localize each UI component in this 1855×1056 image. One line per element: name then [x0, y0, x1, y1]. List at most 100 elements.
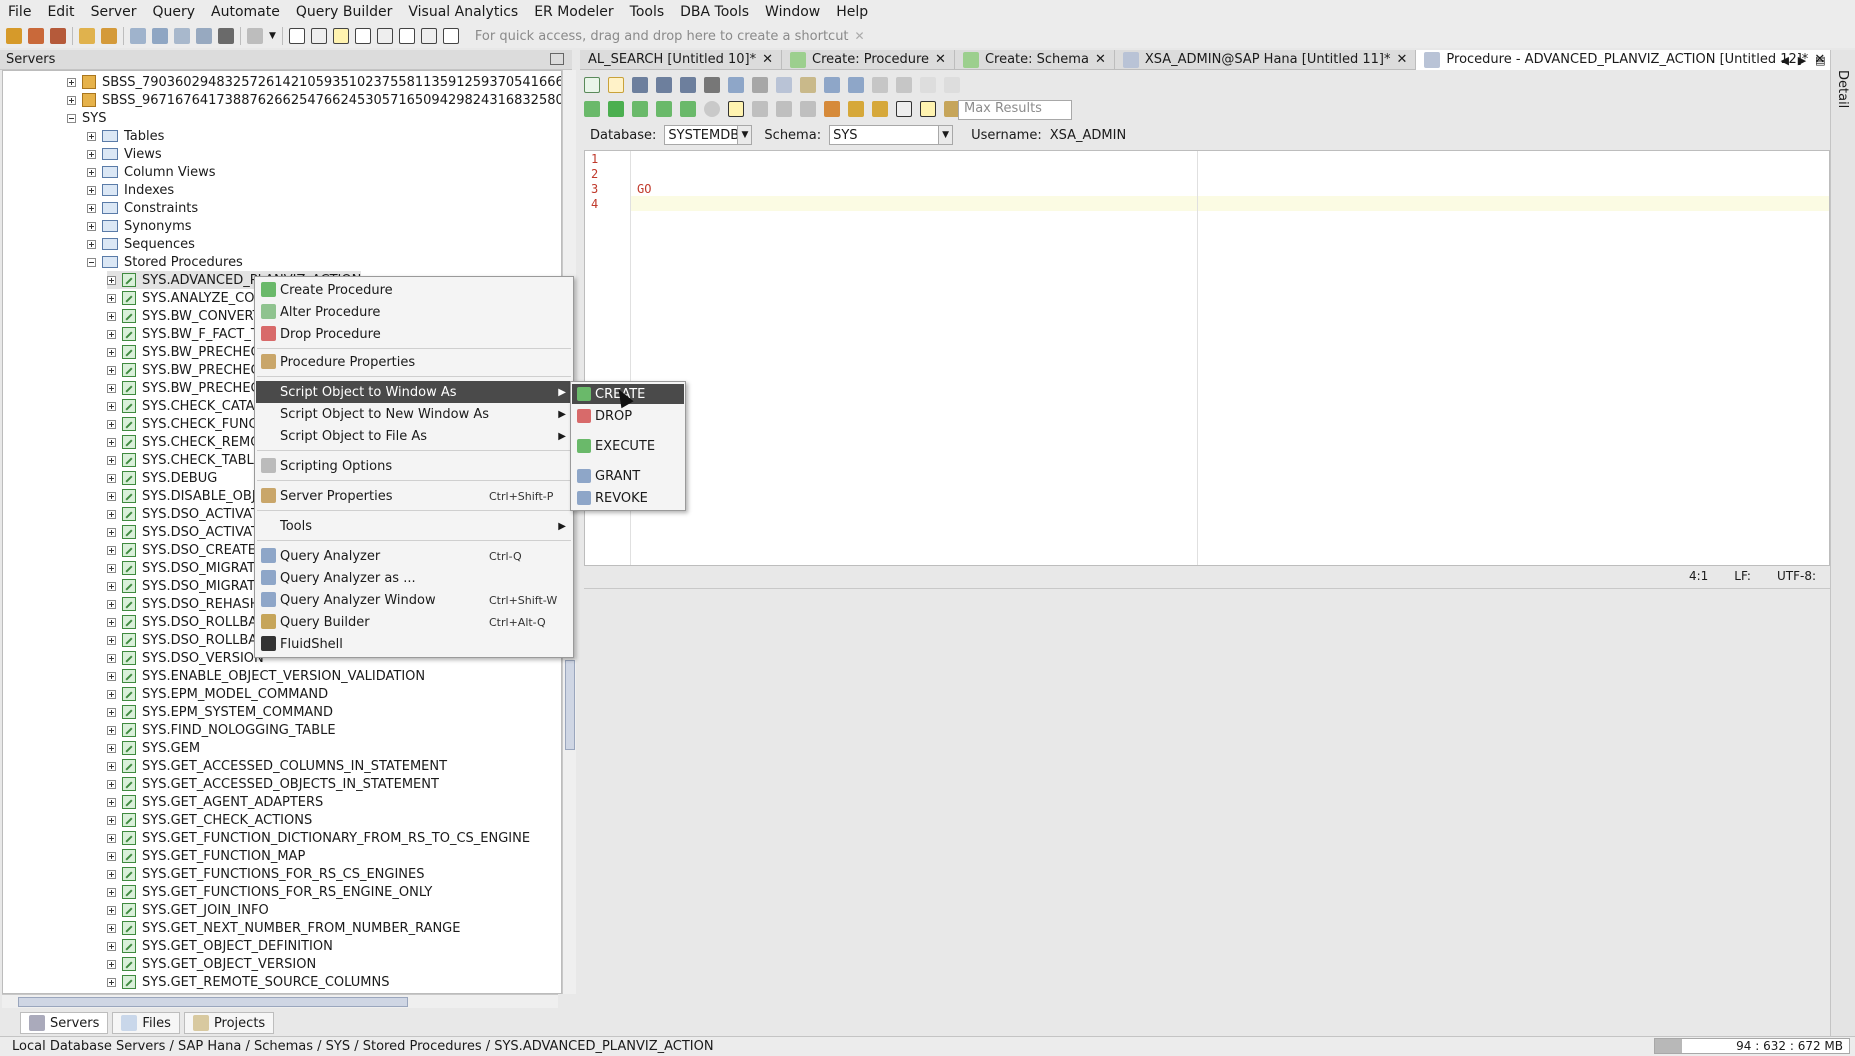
tree-procedure[interactable]: SYS.GET_ACCESSED_COLUMNS_IN_STATEMENT — [107, 757, 447, 775]
collapse-icon[interactable] — [67, 113, 76, 123]
save-all-icon[interactable] — [680, 77, 696, 93]
scrollbar-thumb[interactable] — [565, 660, 575, 750]
menu-item-procedure-properties[interactable]: Procedure Properties — [256, 351, 572, 373]
expand-icon[interactable] — [107, 329, 116, 339]
tree-procedure[interactable]: SYS.BW_CONVERT — [107, 307, 261, 325]
cut-icon[interactable] — [752, 77, 768, 93]
tree-folder-column-views[interactable]: Column Views — [87, 163, 216, 181]
tree-procedure[interactable]: SYS.CHECK_FUNCT — [107, 415, 265, 433]
expand-icon[interactable] — [107, 833, 116, 843]
menu-er-modeler[interactable]: ER Modeler — [526, 0, 621, 24]
auto-commit-icon[interactable] — [728, 101, 744, 117]
submenu-item-revoke[interactable]: REVOKE — [572, 488, 684, 508]
expand-icon[interactable] — [87, 239, 96, 249]
history-icon[interactable] — [848, 101, 864, 117]
detail-side-panel[interactable]: Detail — [1830, 50, 1855, 1040]
expand-icon[interactable] — [107, 617, 116, 627]
tree-procedure[interactable]: SYS.BW_F_FACT_T — [107, 325, 259, 343]
menu-item-server-properties[interactable]: Server Properties Ctrl+Shift-P — [256, 485, 572, 507]
explain-icon[interactable] — [824, 101, 840, 117]
lowercase-icon[interactable] — [920, 77, 936, 93]
editor-tab[interactable]: AL_SEARCH [Untitled 10]* ✕ — [580, 49, 783, 70]
expand-icon[interactable] — [107, 977, 116, 987]
menu-edit[interactable]: Edit — [39, 0, 82, 24]
expand-icon[interactable] — [107, 887, 116, 897]
tree-procedure[interactable]: SYS.FIND_NOLOGGING_TABLE — [107, 721, 336, 739]
layout-split-icon[interactable] — [920, 101, 936, 117]
tab-projects[interactable]: Projects — [183, 1012, 275, 1034]
tree-procedure[interactable]: SYS.DEBUG — [107, 469, 217, 487]
tree-procedure[interactable]: SYS.DSO_ROLLBAC — [107, 631, 266, 649]
expand-icon[interactable] — [107, 419, 116, 429]
expand-icon[interactable] — [107, 941, 116, 951]
expand-icon[interactable] — [107, 635, 116, 645]
expand-icon[interactable] — [107, 347, 116, 357]
tree-procedure[interactable]: SYS.GET_AGENT_ADAPTERS — [107, 793, 323, 811]
expand-icon[interactable] — [107, 905, 116, 915]
menu-item-query-builder[interactable]: Query Builder Ctrl+Alt-Q — [256, 611, 572, 633]
layout-8-icon[interactable] — [442, 28, 459, 44]
dropdown-arrow-icon[interactable]: ▼ — [269, 31, 276, 41]
close-icon[interactable]: ✕ — [762, 52, 773, 67]
tree-procedure[interactable]: SYS.DSO_CREATE — [107, 541, 256, 559]
query-builder-icon[interactable] — [152, 28, 168, 44]
expand-icon[interactable] — [107, 473, 116, 483]
tab-servers[interactable]: Servers — [20, 1012, 109, 1034]
tab-list-icon[interactable]: ▤ — [1815, 54, 1825, 67]
tree-procedure[interactable]: SYS.CHECK_REMOT — [107, 433, 268, 451]
tree-procedure[interactable]: SYS.GET_FUNCTION_DICTIONARY_FROM_RS_TO_C… — [107, 829, 530, 847]
uppercase-icon[interactable] — [944, 77, 960, 93]
tree-procedure[interactable]: SYS.DSO_ACTIVAT — [107, 523, 259, 541]
menu-item-drop-procedure[interactable]: Drop Procedure — [256, 323, 572, 345]
execute-file-icon[interactable] — [680, 101, 696, 117]
tree-procedure[interactable]: SYS.CHECK_TABLE — [107, 451, 262, 469]
tree-procedure[interactable]: SYS.GEM — [107, 739, 200, 757]
tree-procedure[interactable]: SYS.EPM_SYSTEM_COMMAND — [107, 703, 333, 721]
tab-left-icon[interactable]: ◀ — [1780, 54, 1788, 67]
tree-folder-stored-procedures[interactable]: Stored Procedures — [87, 253, 243, 271]
layout-2-icon[interactable] — [310, 28, 327, 44]
expand-icon[interactable] — [87, 149, 96, 159]
commit-icon[interactable] — [752, 101, 768, 117]
table-data-icon[interactable] — [174, 28, 190, 44]
chevron-down-icon[interactable]: ▼ — [737, 126, 752, 144]
tree-procedure[interactable]: SYS.BW_PRECHEC — [107, 379, 260, 397]
expand-icon[interactable] — [107, 671, 116, 681]
edit-server-icon[interactable] — [28, 28, 44, 44]
submenu-item-execute[interactable]: EXECUTE — [572, 436, 684, 456]
tree-procedure[interactable]: SYS.GET_JOIN_INFO — [107, 901, 269, 919]
menu-dba-tools[interactable]: DBA Tools — [672, 0, 757, 24]
expand-icon[interactable] — [107, 401, 116, 411]
chevron-down-icon[interactable]: ▼ — [938, 126, 953, 144]
schema-select[interactable]: SYS ▼ — [829, 125, 954, 145]
collapse-icon[interactable] — [87, 257, 96, 267]
menu-window[interactable]: Window — [757, 0, 828, 24]
run-icon[interactable] — [608, 101, 624, 117]
paste-icon[interactable] — [800, 77, 816, 93]
replace-icon[interactable] — [896, 77, 912, 93]
layout-results-icon[interactable] — [896, 101, 912, 117]
menu-item-alter-procedure[interactable]: Alter Procedure — [256, 301, 572, 323]
tree-procedure[interactable]: SYS.ANALYZE_COL — [107, 289, 262, 307]
menu-file[interactable]: File — [0, 0, 39, 24]
new-icon[interactable] — [584, 77, 600, 93]
expand-icon[interactable] — [87, 221, 96, 231]
expand-icon[interactable] — [67, 77, 76, 87]
execute-explain-icon[interactable] — [632, 101, 648, 117]
tree-procedure[interactable]: SYS.EPM_MODEL_COMMAND — [107, 685, 328, 703]
new-server-icon[interactable] — [6, 28, 22, 44]
expand-icon[interactable] — [67, 95, 76, 105]
execute-icon[interactable] — [584, 101, 600, 117]
expand-icon[interactable] — [107, 869, 116, 879]
tree-folder-indexes[interactable]: Indexes — [87, 181, 174, 199]
layout-4-icon[interactable] — [354, 28, 371, 44]
encoding[interactable]: UTF-8: — [1777, 569, 1816, 583]
menu-tools[interactable]: Tools — [622, 0, 673, 24]
expand-icon[interactable] — [107, 797, 116, 807]
close-icon[interactable]: ✕ — [1095, 52, 1106, 67]
editor-tab[interactable]: Create: Schema ✕ — [955, 49, 1115, 70]
restore-panel-icon[interactable] — [550, 53, 564, 65]
expand-icon[interactable] — [107, 275, 116, 285]
scrollbar-thumb[interactable] — [18, 997, 408, 1007]
undo-icon[interactable] — [824, 77, 840, 93]
